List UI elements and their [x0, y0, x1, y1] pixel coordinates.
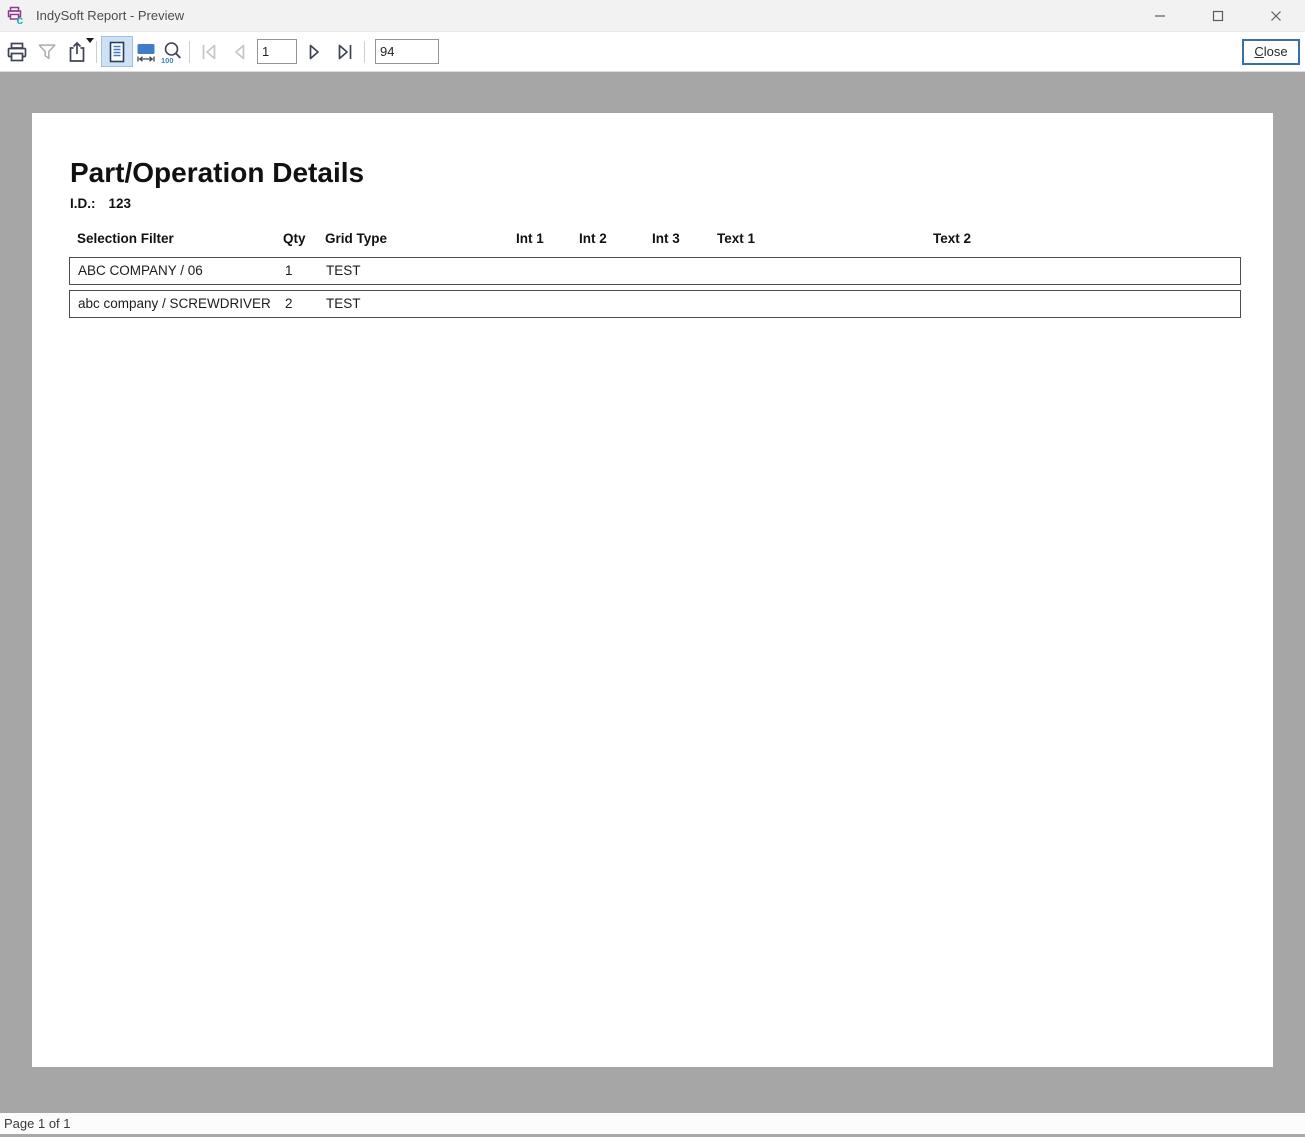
svg-text:100: 100 — [161, 56, 174, 64]
cell-selection-filter: abc company / SCREWDRIVER — [78, 291, 271, 317]
previous-page-button[interactable] — [224, 36, 254, 68]
toolbar: 100 Close — [0, 32, 1305, 72]
toolbar-separator — [189, 41, 190, 63]
column-header: Grid Type — [325, 231, 387, 246]
svg-text:c: c — [17, 13, 24, 26]
close-button-label: Close — [1254, 44, 1287, 59]
print-button[interactable] — [2, 36, 32, 68]
statusbar: Page 1 of 1 — [0, 1113, 1305, 1137]
report-id-line: I.D.: 123 — [70, 196, 131, 211]
single-page-view-button[interactable] — [101, 36, 133, 67]
minimize-icon — [1154, 10, 1166, 22]
printer-icon — [5, 40, 29, 64]
cell-selection-filter: ABC COMPANY / 06 — [78, 258, 203, 284]
export-button[interactable] — [62, 36, 92, 68]
column-header: Text 1 — [717, 231, 755, 246]
zoom-100-button[interactable]: 100 — [159, 36, 185, 68]
cell-qty: 2 — [285, 291, 293, 317]
first-page-icon — [197, 40, 221, 64]
column-header: Int 2 — [579, 231, 607, 246]
zoom-100-icon: 100 — [160, 40, 184, 64]
next-page-icon — [303, 40, 327, 64]
column-header: Text 2 — [933, 231, 971, 246]
zoom-level-input[interactable] — [375, 39, 439, 64]
minimize-button[interactable] — [1131, 0, 1189, 31]
table-row: abc company / SCREWDRIVER 2 TEST — [69, 290, 1241, 318]
page-width-icon — [134, 40, 158, 64]
table-row: ABC COMPANY / 06 1 TEST — [69, 257, 1241, 285]
preview-area: Part/Operation Details I.D.: 123 Selectio… — [0, 72, 1305, 1113]
export-icon — [65, 40, 89, 64]
caption-buttons — [1131, 0, 1305, 31]
first-page-button[interactable] — [194, 36, 224, 68]
column-header: Selection Filter — [77, 231, 174, 246]
column-header: Int 3 — [652, 231, 680, 246]
dropdown-caret-icon — [86, 38, 94, 43]
table-header-row: Selection Filter Qty Grid Type Int 1 Int… — [69, 231, 1241, 253]
cell-grid-type: TEST — [326, 291, 361, 317]
report-page: Part/Operation Details I.D.: 123 Selectio… — [32, 113, 1273, 1067]
close-button[interactable]: Close — [1242, 39, 1300, 65]
column-header: Int 1 — [516, 231, 544, 246]
page-status-text: Page 1 of 1 — [4, 1116, 71, 1131]
column-header: Qty — [283, 231, 306, 246]
previous-page-icon — [227, 40, 251, 64]
filter-funnel-icon — [36, 41, 58, 63]
titlebar: c IndySoft Report - Preview — [0, 0, 1305, 32]
indysoft-app-icon: c — [7, 6, 27, 26]
close-window-button[interactable] — [1247, 0, 1305, 31]
last-page-icon — [333, 40, 357, 64]
page-width-view-button[interactable] — [133, 36, 159, 68]
filter-button[interactable] — [32, 36, 62, 68]
report-title: Part/Operation Details — [70, 157, 364, 189]
page-number-input[interactable] — [257, 39, 297, 64]
single-page-view-icon — [105, 40, 129, 64]
cell-qty: 1 — [285, 258, 293, 284]
report-id-label: I.D.: — [70, 196, 96, 211]
last-page-button[interactable] — [330, 36, 360, 68]
window-title: IndySoft Report - Preview — [36, 8, 1131, 23]
maximize-icon — [1212, 10, 1224, 22]
toolbar-separator — [364, 41, 365, 63]
cell-grid-type: TEST — [326, 258, 361, 284]
next-page-button[interactable] — [300, 36, 330, 68]
report-id-value: 123 — [109, 196, 132, 211]
close-icon — [1270, 10, 1282, 22]
maximize-button[interactable] — [1189, 0, 1247, 31]
toolbar-separator — [96, 41, 97, 63]
